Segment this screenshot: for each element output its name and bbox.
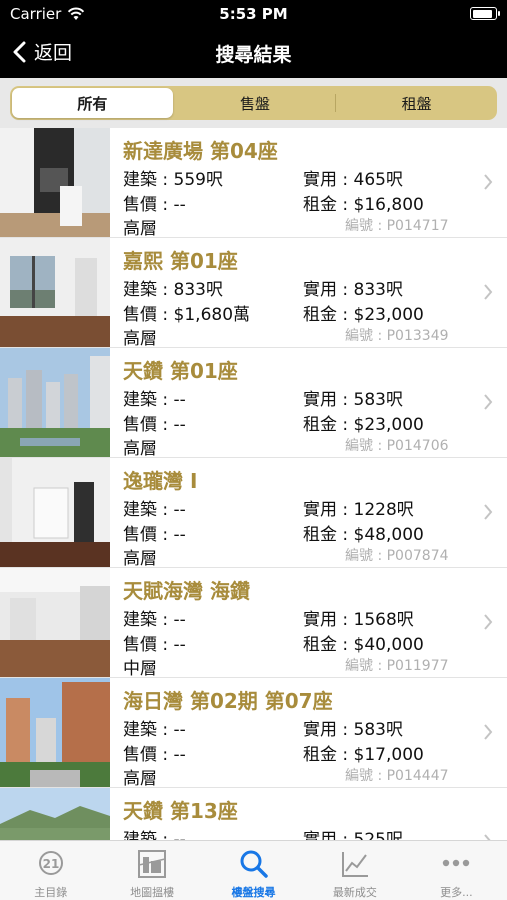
listing-name: 海日灣 第02期 第07座	[123, 689, 333, 713]
chevron-right-icon	[484, 394, 493, 410]
battery-icon	[470, 7, 500, 20]
gross-area: 建築 : --	[123, 720, 186, 740]
saleable-area: 實用 : 833呎	[303, 280, 403, 300]
tab-map-search[interactable]: 地圖搵樓	[101, 841, 202, 900]
floor-level: 中層	[123, 659, 157, 679]
rent-price: 租金 : $16,800	[303, 195, 424, 215]
tab-label: 主目錄	[34, 886, 68, 899]
listing-name: 天鑽 第01座	[123, 359, 238, 383]
saleable-area: 實用 : 583呎	[303, 720, 403, 740]
tab-label: 更多...	[440, 886, 473, 899]
listing-row[interactable]: 新達廣場 第04座 建築 : 559呎 實用 : 465呎 售價 : -- 租金…	[0, 128, 507, 239]
battery-level	[472, 9, 493, 18]
segment-all[interactable]: 所有	[12, 88, 173, 118]
listing-row[interactable]: 逸瓏灣 I 建築 : -- 實用 : 1228呎 售價 : -- 租金 : $4…	[0, 458, 507, 569]
listing-table: 新達廣場 第04座 建築 : 559呎 實用 : 465呎 售價 : -- 租金…	[0, 128, 507, 840]
gross-area: 建築 : --	[123, 610, 186, 630]
tab-more[interactable]: 更多...	[406, 841, 507, 900]
floor-level: 高層	[123, 329, 157, 349]
sale-price: 售價 : --	[123, 415, 186, 435]
century21-logo-icon: 21	[38, 851, 63, 875]
map-building-icon	[138, 850, 167, 878]
tab-property-search[interactable]: 樓盤搜尋	[203, 841, 304, 900]
gross-area: 建築 : 833呎	[123, 280, 223, 300]
rent-price: 租金 : $48,000	[303, 525, 424, 545]
saleable-area: 實用 : 465呎	[303, 170, 403, 190]
listing-photo	[0, 458, 110, 567]
status-bar: Carrier 5:53 PM	[0, 0, 507, 28]
chevron-right-icon	[484, 174, 493, 190]
listing-row[interactable]: 天鑽 第13座 建築 : -- 實用 : 525呎	[0, 788, 507, 840]
tab-bar: 21 主目錄 地圖搵樓 樓盤搜尋 最新成交 更多...	[0, 840, 507, 900]
listing-photo	[0, 128, 110, 237]
segment-rent[interactable]: 租盤	[336, 86, 497, 120]
listing-type-segmented-control: 所有 售盤 租盤	[10, 86, 497, 120]
listing-code: 編號 : P013349	[345, 328, 449, 344]
saleable-area: 實用 : 583呎	[303, 390, 403, 410]
floor-level: 高層	[123, 769, 157, 789]
status-time: 5:53 PM	[219, 5, 288, 23]
svg-text:21: 21	[42, 857, 59, 871]
tab-label: 樓盤搜尋	[231, 886, 276, 899]
sale-price: 售價 : --	[123, 525, 186, 545]
segment-sale[interactable]: 售盤	[175, 86, 336, 120]
page-title: 搜尋結果	[215, 44, 292, 66]
listing-photo	[0, 238, 110, 347]
listing-name: 嘉熙 第01座	[123, 249, 238, 273]
listing-photo	[0, 788, 110, 840]
listing-name: 新達廣場 第04座	[123, 139, 278, 163]
floor-level: 高層	[123, 219, 157, 239]
listing-code: 編號 : P014706	[345, 438, 449, 454]
listing-row[interactable]: 天賦海灣 海鑽 建築 : -- 實用 : 1568呎 售價 : -- 租金 : …	[0, 568, 507, 679]
tab-latest-transactions[interactable]: 最新成交	[304, 841, 405, 900]
sale-price: 售價 : --	[123, 635, 186, 655]
sale-price: 售價 : --	[123, 195, 186, 215]
listing-code: 編號 : P011977	[345, 658, 449, 674]
rent-price: 租金 : $23,000	[303, 305, 424, 325]
listing-row[interactable]: 嘉熙 第01座 建築 : 833呎 實用 : 833呎 售價 : $1,680萬…	[0, 238, 507, 349]
listing-code: 編號 : P014447	[345, 768, 449, 784]
chevron-right-icon	[484, 614, 493, 630]
listing-code: 編號 : P014717	[345, 218, 449, 234]
sale-price: 售價 : $1,680萬	[123, 305, 251, 325]
sale-price: 售價 : --	[123, 745, 186, 765]
listing-photo	[0, 678, 110, 787]
floor-level: 高層	[123, 439, 157, 459]
floor-level: 高層	[123, 549, 157, 569]
search-icon	[240, 850, 268, 878]
tab-label: 地圖搵樓	[130, 886, 175, 899]
tab-home[interactable]: 21 主目錄	[0, 841, 101, 900]
rent-price: 租金 : $23,000	[303, 415, 424, 435]
chevron-right-icon	[484, 834, 491, 840]
saleable-area: 實用 : 1228呎	[303, 500, 414, 520]
listing-code: 編號 : P007874	[345, 548, 449, 564]
saleable-area: 實用 : 1568呎	[303, 610, 414, 630]
rent-price: 租金 : $17,000	[303, 745, 424, 765]
navigation-bar: 返回 搜尋結果	[0, 28, 507, 78]
listing-name: 天賦海灣 海鑽	[123, 579, 250, 603]
listing-name: 天鑽 第13座	[123, 799, 238, 823]
listing-photo	[0, 568, 110, 677]
gross-area: 建築 : --	[123, 500, 186, 520]
line-chart-icon	[341, 852, 368, 877]
rent-price: 租金 : $40,000	[303, 635, 424, 655]
gross-area: 建築 : --	[123, 390, 186, 410]
tab-label: 最新成交	[332, 886, 377, 899]
more-dots-icon	[443, 859, 470, 867]
listing-photo	[0, 348, 110, 457]
chevron-right-icon	[484, 284, 493, 300]
gross-area: 建築 : 559呎	[123, 170, 223, 190]
chevron-right-icon	[484, 504, 493, 520]
saleable-area: 實用 : 525呎	[303, 830, 403, 840]
listing-row[interactable]: 海日灣 第02期 第07座 建築 : -- 實用 : 583呎 售價 : -- …	[0, 678, 507, 789]
chevron-right-icon	[484, 724, 493, 740]
filter-bar: 所有 售盤 租盤	[0, 78, 507, 128]
listing-row[interactable]: 天鑽 第01座 建築 : -- 實用 : 583呎 售價 : -- 租金 : $…	[0, 348, 507, 459]
gross-area: 建築 : --	[123, 830, 186, 840]
listing-name: 逸瓏灣 I	[123, 469, 198, 493]
